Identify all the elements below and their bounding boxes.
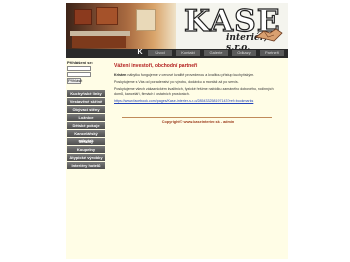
password-input[interactable] [67, 72, 91, 77]
sidebar-item-koupelny[interactable]: Koupelny [67, 146, 105, 153]
kase-mini-logo[interactable]: K [136, 49, 144, 57]
kitchen-photo [66, 3, 176, 49]
handshake-icon [255, 28, 283, 42]
login-button[interactable]: Přihlásit [67, 78, 82, 84]
sidebar-item-kancelarsky-nabytek[interactable]: Kancelářský nábytek [67, 130, 105, 143]
page-title: Vážení investoři, obchodní partneři [114, 63, 198, 69]
sidebar-menu: Kuchyňské linky Vestavěné skříně Obývací… [67, 90, 105, 170]
nav-item-kontakt[interactable]: Kontakt [176, 50, 200, 56]
header-banner: KASE interiér, s.r.o. [66, 3, 288, 49]
top-navbar: K Úvod Kontakt Galerie Odkazy Partneři [66, 49, 288, 58]
offer-paragraph: Poskytujeme všech zákaznickém kvalitních… [114, 87, 274, 96]
nav-item-partneri[interactable]: Partneři [260, 50, 284, 56]
sidebar-item-schody[interactable]: Schody [67, 138, 105, 145]
sidebar-item-atypicke-vyrobky[interactable]: Atypické výrobky [67, 154, 105, 161]
nav-item-odkazy[interactable]: Odkazy [232, 50, 256, 56]
sidebar-item-vestavene-skrine[interactable]: Vestavěné skříně [67, 98, 105, 105]
sidebar-item-loznice[interactable]: Ložnice [67, 114, 105, 121]
services-paragraph: Poskytujeme s Vás od poradenství po výro… [114, 80, 239, 84]
intro-paragraph: Kristen nábytku fungujeme v cenové kvali… [114, 73, 284, 78]
intro-text: nábytku fungujeme v cenové kvalitě prove… [126, 73, 255, 77]
username-input[interactable] [67, 66, 91, 71]
intro-bold: Kristen [114, 73, 127, 77]
page-container: KASE interiér, s.r.o. K Úvod Kontakt Gal… [66, 3, 288, 259]
login-label: Přihlášení se: [67, 60, 94, 65]
copyright-text: Copyright© www.kaseinterier.sk - admin [161, 120, 235, 124]
sidebar-item-detske-pokoje[interactable]: Dětské pokoje [67, 122, 105, 129]
sidebar-item-kuchynske-linky[interactable]: Kuchyňské linky [67, 90, 105, 97]
footer-divider [122, 117, 272, 118]
sidebar-item-obyvaci-steny[interactable]: Obývací stěny [67, 106, 105, 113]
facebook-link[interactable]: https://www.facebook.com/pages/Kase-inte… [114, 99, 284, 104]
sidebar-item-interiery-hotelu[interactable]: Interiéry hotelů [67, 162, 105, 169]
nav-item-uvod[interactable]: Úvod [148, 50, 172, 56]
nav-item-galerie[interactable]: Galerie [204, 50, 228, 56]
main-content: Vážení investoři, obchodní partneři Kris… [114, 63, 284, 104]
